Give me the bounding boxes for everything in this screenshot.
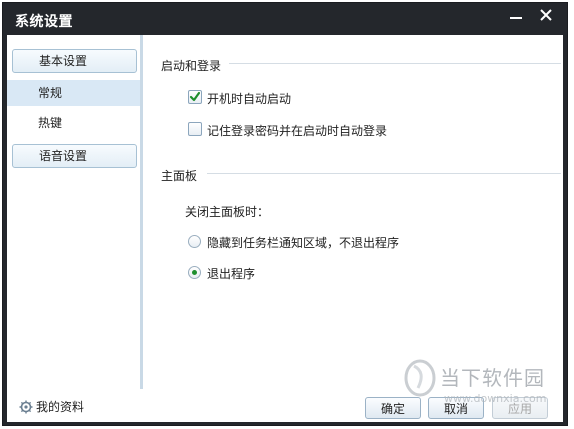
hide-to-tray-option[interactable]: 隐藏到任务栏通知区域，不退出程序 — [147, 233, 477, 251]
minimize-button[interactable] — [501, 3, 531, 27]
section-divider — [229, 63, 561, 64]
settings-panel: 启动和登录 开机时自动启动 记住登录密码并在启动时自动登录 主面板 关闭主面板时… — [147, 35, 563, 395]
title-bar[interactable]: 系统设置 — [3, 3, 567, 35]
section-title-startup: 启动和登录 — [161, 59, 222, 73]
watermark-url: www.downxia.com — [444, 392, 547, 405]
close-icon — [540, 9, 552, 21]
my-profile-label: 我的资料 — [36, 400, 85, 414]
remember-password-label: 记住登录密码并在启动时自动登录 — [207, 124, 388, 138]
close-button[interactable] — [531, 3, 561, 27]
close-panel-prompt: 关闭主面板时： — [185, 205, 270, 219]
window-title: 系统设置 — [15, 14, 73, 30]
hide-to-tray-radio[interactable] — [188, 235, 201, 248]
watermark-logo-icon — [404, 359, 436, 397]
autostart-checkbox[interactable] — [188, 90, 202, 104]
exit-program-label: 退出程序 — [207, 267, 256, 281]
remember-password-option[interactable]: 记住登录密码并在启动时自动登录 — [147, 121, 477, 139]
sidebar: 基本设置 常规 热键 语音设置 — [7, 35, 143, 389]
sidebar-item-general[interactable]: 常规 — [7, 80, 140, 106]
sidebar-item-hotkeys[interactable]: 热键 — [7, 110, 140, 136]
radio-selected-dot — [192, 270, 197, 275]
exit-program-radio[interactable] — [188, 266, 201, 279]
watermark: 当下软件园 www.downxia.com — [404, 356, 554, 416]
gear-icon — [19, 400, 33, 414]
section-title-main-panel: 主面板 — [161, 169, 198, 183]
sidebar-group-basic[interactable]: 基本设置 — [12, 49, 137, 73]
exit-program-option[interactable]: 退出程序 — [147, 264, 347, 282]
remember-password-checkbox[interactable] — [188, 122, 202, 136]
autostart-option[interactable]: 开机时自动启动 — [147, 89, 447, 107]
watermark-text: 当下软件园 — [440, 366, 545, 390]
section-divider — [207, 173, 561, 174]
minimize-icon — [510, 17, 522, 19]
checkmark-icon — [189, 91, 201, 102]
autostart-label: 开机时自动启动 — [207, 92, 292, 106]
sidebar-group-voice[interactable]: 语音设置 — [12, 144, 137, 168]
hide-to-tray-label: 隐藏到任务栏通知区域，不退出程序 — [207, 236, 400, 250]
my-profile-link[interactable]: 我的资料 — [19, 398, 84, 415]
